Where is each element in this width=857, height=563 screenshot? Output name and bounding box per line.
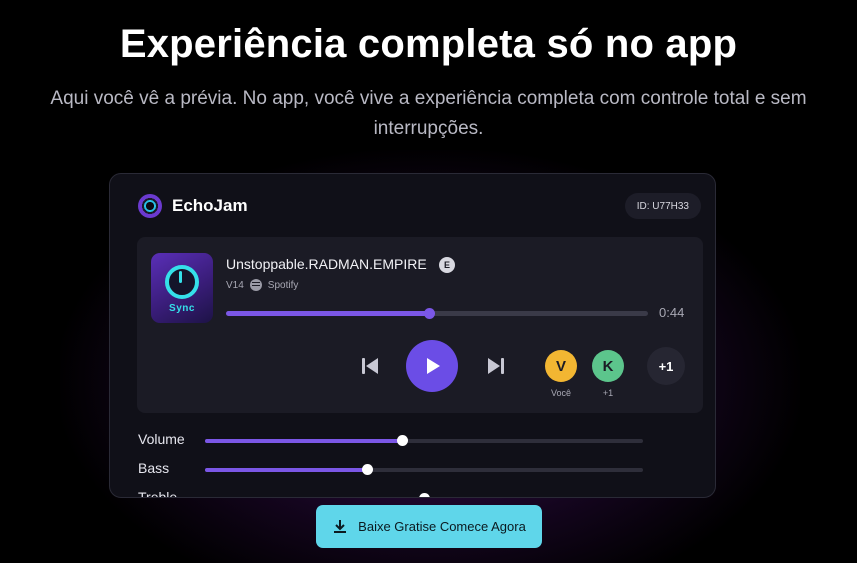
slider-label: Bass	[138, 460, 170, 476]
treble-slider[interactable]	[205, 493, 430, 498]
avatar[interactable]: V	[545, 350, 577, 382]
volume-slider[interactable]	[205, 435, 643, 446]
volume-slider-row: Volume	[138, 431, 703, 455]
progress-handle[interactable]	[423, 308, 435, 319]
avatar-label: Você	[550, 388, 572, 398]
artwork-label: Sync	[169, 303, 195, 314]
skip-next-icon[interactable]	[485, 355, 507, 377]
spotify-icon	[249, 279, 262, 291]
progress-fill	[226, 311, 429, 316]
slider-fill	[205, 497, 424, 498]
bass-slider[interactable]	[205, 464, 643, 475]
app-name: EchoJam	[172, 196, 248, 215]
slider-label: Treble	[138, 489, 178, 498]
track-meta: V14 Spotify	[226, 279, 298, 291]
slider-handle[interactable]	[362, 464, 374, 475]
album-artwork: Sync	[151, 253, 213, 323]
preview-card: EchoJam ID: U77H33 Sync Unstoppable.RADM…	[109, 173, 716, 498]
slider-handle[interactable]	[419, 493, 430, 497]
play-button[interactable]	[406, 340, 458, 392]
slider-label: Volume	[138, 431, 185, 447]
avatar-label: +1	[602, 388, 614, 398]
player-panel: Sync Unstoppable.RADMAN.EMPIRE E V14 Spo…	[137, 237, 703, 413]
progress-bar[interactable]	[226, 308, 648, 319]
echojam-logo-icon	[138, 194, 162, 218]
track-source: Spotify	[267, 279, 299, 291]
download-button-label: Baixe Gratise Comece Agora	[358, 519, 526, 534]
bass-slider-row: Bass	[138, 460, 703, 484]
explicit-badge: E	[439, 257, 455, 273]
avatar[interactable]: K	[592, 350, 624, 382]
more-listeners-button[interactable]: +1	[647, 347, 685, 385]
page-title: Experiência completa só no app	[119, 22, 738, 66]
track-title: Unstoppable.RADMAN.EMPIRE	[226, 256, 427, 272]
sync-ring-icon	[165, 265, 199, 299]
elapsed-time: 0:44	[659, 305, 685, 320]
play-icon	[427, 358, 440, 374]
slider-fill	[205, 439, 403, 443]
download-icon	[334, 519, 347, 533]
page-subtitle: Aqui você vê a prévia. No app, você vive…	[50, 88, 807, 139]
treble-slider-row: Treble	[138, 489, 703, 498]
slider-handle[interactable]	[397, 435, 409, 446]
track-version: V14	[226, 279, 244, 291]
skip-previous-icon[interactable]	[359, 355, 381, 377]
slider-fill	[205, 468, 368, 472]
download-app-button[interactable]: Baixe Gratise Comece Agora	[316, 505, 542, 548]
app-brand: EchoJam	[138, 194, 248, 218]
session-id-badge: ID: U77H33	[624, 193, 701, 219]
